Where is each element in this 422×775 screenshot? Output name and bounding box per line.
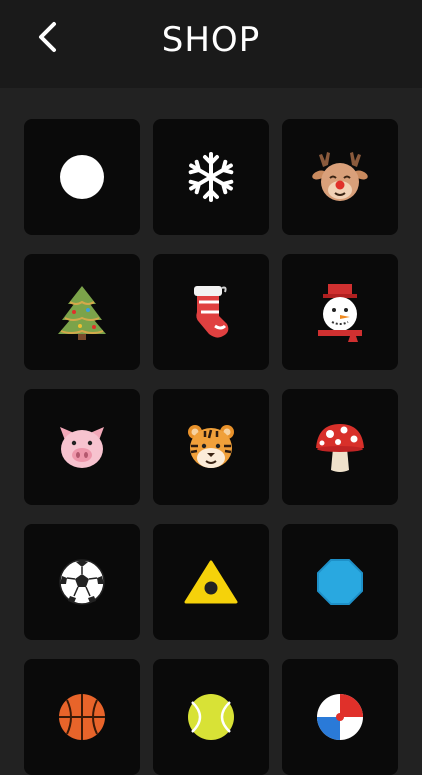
shop-item-snowman[interactable] [282,254,398,370]
snowflake-icon [188,152,234,202]
shop-item-triangle[interactable] [153,524,269,640]
christmas-stocking-icon [194,286,229,338]
shop-item-basketball[interactable] [24,659,140,775]
shop-item-stocking[interactable] [153,254,269,370]
reindeer-icon [312,152,368,201]
basketball-icon [59,694,105,740]
shop-item-tennis-ball[interactable] [153,659,269,775]
shop-item-reindeer[interactable] [282,119,398,235]
shop-item-soccer-ball[interactable] [24,524,140,640]
page-title: SHOP [161,20,261,60]
ball-white-icon [60,155,104,199]
shop-item-mushroom[interactable] [282,389,398,505]
tennis-ball-icon [188,694,234,740]
yellow-triangle-icon [184,560,238,604]
snowman-icon [318,284,362,342]
shop-item-snowflake[interactable] [153,119,269,235]
beach-ball-icon [317,694,363,740]
pig-icon [60,427,104,468]
christmas-tree-icon [58,286,106,340]
shop-item-pig[interactable] [24,389,140,505]
header-bar: SHOP [0,0,422,88]
blue-octagon-icon [317,559,363,605]
shop-item-tiger[interactable] [153,389,269,505]
soccer-ball-icon [59,559,105,605]
shop-item-christmas-tree[interactable] [24,254,140,370]
tiger-icon [188,425,234,468]
shop-item-white-ball[interactable] [24,119,140,235]
shop-item-octagon[interactable] [282,524,398,640]
mushroom-icon [316,424,364,472]
shop-item-beach-ball[interactable] [282,659,398,775]
shop-grid [24,119,398,775]
